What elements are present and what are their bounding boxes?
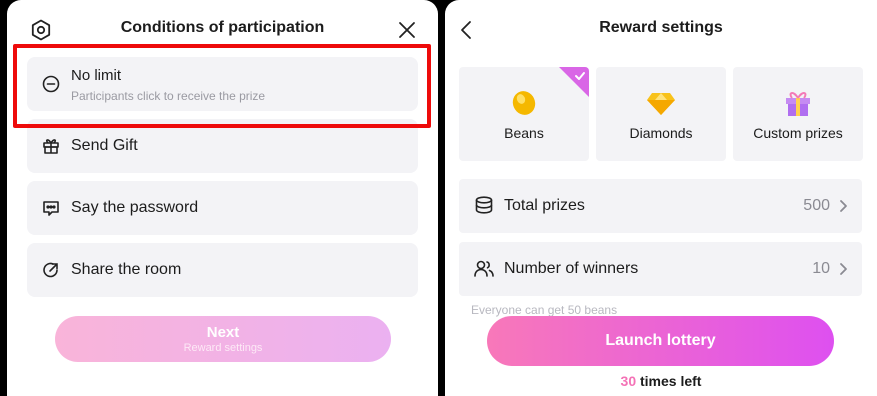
launch-lottery-button[interactable]: Launch lottery xyxy=(487,316,834,366)
diamond-icon xyxy=(646,89,676,117)
total-prizes-value: 500 xyxy=(803,197,830,214)
conditions-title: Conditions of participation xyxy=(120,19,325,36)
selected-check-icon xyxy=(559,67,589,97)
close-icon[interactable] xyxy=(395,18,419,42)
gift-box-icon xyxy=(783,89,813,117)
reward-hint: Everyone can get 50 beans xyxy=(471,303,618,317)
total-prizes-label: Total prizes xyxy=(504,197,585,214)
times-left: 30 times left xyxy=(445,373,877,389)
gift-icon xyxy=(41,136,61,156)
option-label: Share the room xyxy=(71,261,182,278)
total-prizes-row[interactable]: Total prizes 500 xyxy=(459,179,862,233)
option-say-password[interactable]: Say the password xyxy=(27,181,418,235)
next-button[interactable]: Next Reward settings xyxy=(55,316,391,362)
option-label: Say the password xyxy=(71,199,199,216)
selection-highlight xyxy=(13,44,431,128)
next-button-label: Next xyxy=(206,324,240,341)
chevron-right-icon xyxy=(838,199,848,213)
reward-card-custom-prizes[interactable]: Custom prizes xyxy=(733,67,863,161)
option-share-room[interactable]: Share the room xyxy=(27,243,418,297)
reward-settings-title: Reward settings xyxy=(599,19,723,36)
times-left-count: 30 xyxy=(620,373,637,389)
coin-stack-icon xyxy=(473,195,495,217)
reward-card-beans[interactable]: Beans xyxy=(459,67,589,161)
chat-bubble-icon xyxy=(41,198,61,218)
reward-card-diamonds[interactable]: Diamonds xyxy=(596,67,726,161)
winners-row[interactable]: Number of winners 10 xyxy=(459,242,862,296)
option-label: Send Gift xyxy=(71,137,138,154)
winners-value: 10 xyxy=(812,260,830,277)
reward-card-label: Custom prizes xyxy=(753,125,843,141)
reward-settings-panel: Reward settings Beans Diamonds Custom pr… xyxy=(445,0,877,396)
chevron-right-icon xyxy=(838,262,848,276)
reward-card-label: Diamonds xyxy=(629,125,693,141)
share-arrow-icon xyxy=(41,260,61,280)
users-icon xyxy=(473,258,495,280)
reward-card-label: Beans xyxy=(504,125,544,141)
bean-icon xyxy=(509,89,539,117)
winners-label: Number of winners xyxy=(504,260,639,277)
next-button-sublabel: Reward settings xyxy=(183,342,263,354)
times-left-suffix: times left xyxy=(636,373,702,389)
